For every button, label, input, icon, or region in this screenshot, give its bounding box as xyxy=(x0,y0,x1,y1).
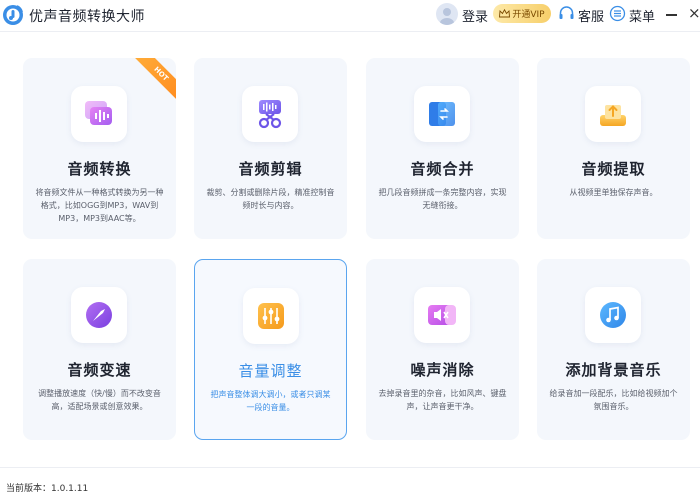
menu-icon[interactable] xyxy=(609,5,626,22)
avatar[interactable] xyxy=(436,3,458,25)
card-desc: 把几段音频拼成一条完整内容，实现无缝衔接。 xyxy=(378,188,507,210)
close-button[interactable]: × xyxy=(688,5,700,21)
card-desc: 把声音整体调大调小，或者只调某一段的音量。 xyxy=(210,390,331,412)
audio-speed-icon xyxy=(86,302,112,328)
login-button[interactable]: 登录 xyxy=(462,6,488,25)
noise-remove-icon xyxy=(428,305,456,325)
minimize-button[interactable] xyxy=(665,6,679,22)
icon-tile xyxy=(71,86,127,142)
version-label: 当前版本：1.0.1.11 xyxy=(6,484,89,494)
app-logo-icon xyxy=(3,5,23,25)
card-background-music[interactable]: 添加背景音乐 给录音加一段配乐，比如给视频加个氛围音乐。 xyxy=(537,259,690,440)
menu-button[interactable]: 菜单 xyxy=(629,6,655,25)
icon-tile xyxy=(585,86,641,142)
card-title: 音量调整 xyxy=(238,362,303,380)
card-title: 音频提取 xyxy=(581,160,646,178)
card-title: 音频转换 xyxy=(67,160,132,178)
icon-tile xyxy=(71,287,127,343)
vip-label: 开通VIP xyxy=(512,10,545,20)
audio-extract-icon xyxy=(600,105,626,126)
card-desc: 去掉录音里的杂音，比如风声、键盘声，让声音更干净。 xyxy=(378,389,507,411)
icon-tile xyxy=(243,288,299,344)
card-desc: 调整播放速度（快/慢）而不改变音高，适配场景或创意效果。 xyxy=(38,389,161,411)
title-bar: 优声音频转换大师 登录 开通VIP 客服 菜单 × xyxy=(0,0,700,30)
icon-tile xyxy=(242,86,298,142)
app-title: 优声音频转换大师 xyxy=(29,9,145,25)
icon-tile xyxy=(585,287,641,343)
headset-icon[interactable] xyxy=(558,5,575,22)
card-audio-extract[interactable]: 音频提取 从视频里单独保存声音。 xyxy=(537,58,690,239)
hot-badge: HOT xyxy=(131,58,176,104)
card-desc: 给录音加一段配乐，比如给视频加个氛围音乐。 xyxy=(549,389,678,411)
icon-tile xyxy=(414,86,470,142)
vip-button[interactable]: 开通VIP xyxy=(493,4,551,23)
audio-merge-icon xyxy=(429,102,455,126)
card-noise-remove[interactable]: 噪声消除 去掉录音里的杂音，比如风声、键盘声，让声音更干净。 xyxy=(366,259,519,440)
volume-adjust-icon xyxy=(258,303,284,329)
audio-cut-icon xyxy=(258,100,282,129)
footer-divider xyxy=(0,467,700,468)
audio-convert-icon xyxy=(85,101,112,125)
icon-tile xyxy=(414,287,470,343)
card-title: 添加背景音乐 xyxy=(565,361,662,379)
card-title: 音频变速 xyxy=(67,361,132,379)
crown-icon xyxy=(499,9,511,18)
card-title: 音频剪辑 xyxy=(238,160,303,178)
title-divider xyxy=(0,31,700,32)
card-title: 噪声消除 xyxy=(410,361,475,379)
service-button[interactable]: 客服 xyxy=(578,6,604,25)
card-title: 音频合并 xyxy=(410,160,475,178)
card-audio-speed[interactable]: 音频变速 调整播放速度（快/慢）而不改变音高，适配场景或创意效果。 xyxy=(23,259,176,440)
card-audio-cut[interactable]: 音频剪辑 裁剪、分割或删除片段，精准控制音频时长与内容。 xyxy=(194,58,347,239)
card-audio-convert[interactable]: HOT 音频转换 将音频文件从一种格式转换为另一种格式，比如OGG到MP3，WA… xyxy=(23,58,176,239)
card-desc: 裁剪、分割或删除片段，精准控制音频时长与内容。 xyxy=(206,188,335,210)
background-music-icon xyxy=(600,302,626,328)
user-avatar-icon xyxy=(440,8,454,25)
card-audio-merge[interactable]: 音频合并 把几段音频拼成一条完整内容，实现无缝衔接。 xyxy=(366,58,519,239)
card-desc: 从视频里单独保存声音。 xyxy=(569,188,658,197)
card-volume-adjust[interactable]: 音量调整 把声音整体调大调小，或者只调某一段的音量。 xyxy=(194,259,347,440)
card-desc: 将音频文件从一种格式转换为另一种格式，比如OGG到MP3，WAV到MP3，MP3… xyxy=(35,188,164,223)
